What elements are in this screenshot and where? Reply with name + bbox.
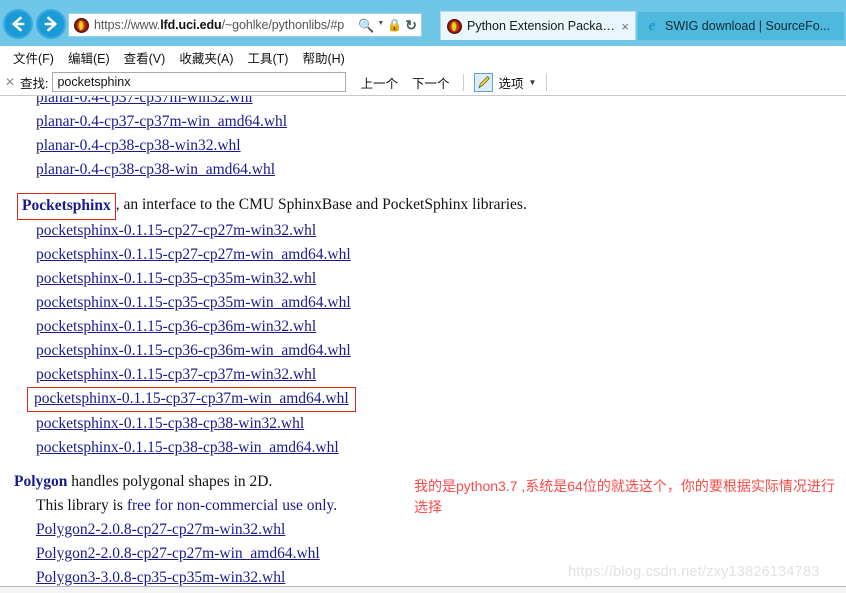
link-planar-0[interactable]: planar-0.4-cp37-cp37m-win32.whl — [36, 96, 253, 110]
tab-swig-download[interactable]: e SWIG download | SourceFo... — [637, 11, 845, 40]
url-domain: lfd.uci.edu — [160, 18, 222, 32]
back-button[interactable] — [3, 9, 33, 39]
url-suffix: /~gohlke/pythonlibs/#p — [221, 18, 345, 32]
package-name: Pocketsphinx — [22, 197, 111, 214]
menu-bar: 文件(F) 编辑(E) 查看(V) 收藏夹(A) 工具(T) 帮助(H) — [0, 46, 846, 69]
chevron-down-icon[interactable]: ▼ — [377, 20, 384, 27]
highlighter-pen-icon — [477, 75, 490, 88]
package-description: , an interface to the CMU SphinxBase and… — [115, 196, 527, 213]
menu-file[interactable]: 文件(F) — [6, 47, 61, 68]
find-previous-button[interactable]: 上一个 — [360, 73, 398, 92]
tab-label: Python Extension Packag... — [467, 19, 618, 33]
link-pocketsphinx-2[interactable]: pocketsphinx-0.1.15-cp35-cp35m-win32.whl — [36, 267, 316, 291]
recommended-download-highlight: pocketsphinx-0.1.15-cp37-cp37m-win_amd64… — [27, 387, 356, 412]
blog-watermark: https://blog.csdn.net/zxy13826134783 — [568, 564, 820, 580]
link-planar-1[interactable]: planar-0.4-cp37-cp37m-win_amd64.whl — [36, 110, 287, 134]
license-prefix: This library is — [36, 497, 127, 514]
find-bar: ✕ 查找: 上一个 下一个 选项 ▼ — [0, 69, 846, 96]
lock-icon[interactable]: 🔒 — [387, 19, 402, 31]
package-name: Polygon — [14, 473, 68, 490]
status-bar — [0, 586, 846, 593]
link-pocketsphinx-3[interactable]: pocketsphinx-0.1.15-cp35-cp35m-win_amd64… — [36, 291, 351, 315]
highlight-all-button[interactable] — [473, 72, 493, 92]
pocketsphinx-name-highlight: Pocketsphinx — [17, 193, 116, 220]
tab-python-extension-packages[interactable]: Python Extension Packag... × — [440, 11, 636, 40]
link-planar-2[interactable]: planar-0.4-cp38-cp38-win32.whl — [36, 134, 241, 158]
package-description: handles polygonal shapes in 2D. — [67, 473, 273, 490]
link-pocketsphinx-8[interactable]: pocketsphinx-0.1.15-cp38-cp38-win_amd64.… — [36, 436, 339, 460]
address-bar[interactable]: https://www.lfd.uci.edu/~gohlke/pythonli… — [68, 13, 422, 37]
menu-help[interactable]: 帮助(H) — [295, 47, 351, 68]
close-find-bar-icon[interactable]: ✕ — [0, 75, 20, 89]
link-pocketsphinx-cp37-win-amd64[interactable]: pocketsphinx-0.1.15-cp37-cp37m-win_amd64… — [34, 389, 349, 409]
pocketsphinx-heading: Pocketsphinx, an interface to the CMU Sp… — [14, 192, 846, 220]
link-pocketsphinx-0[interactable]: pocketsphinx-0.1.15-cp27-cp27m-win32.whl — [36, 219, 316, 243]
toolbar-divider — [462, 73, 464, 91]
link-planar-3[interactable]: planar-0.4-cp38-cp38-win_amd64.whl — [36, 158, 275, 182]
find-input[interactable] — [52, 72, 347, 92]
site-favicon-icon — [74, 17, 89, 33]
find-label: 查找: — [20, 76, 49, 91]
link-polygon-0[interactable]: Polygon2-2.0.8-cp27-cp27m-win32.whl — [36, 518, 285, 542]
refresh-icon[interactable]: ↻ — [405, 18, 417, 32]
tab-label: SWIG download | SourceFo... — [665, 19, 831, 33]
link-polygon-1[interactable]: Polygon2-2.0.8-cp27-cp27m-win_amd64.whl — [36, 542, 320, 566]
menu-view[interactable]: 查看(V) — [117, 47, 173, 68]
user-annotation-text: 我的是python3.7 ,系统是64位的就选这个，你的要根据实际情况进行选择 — [414, 478, 835, 515]
forward-button[interactable] — [36, 9, 66, 39]
page-content: planar-0.4-cp37-cp37m-win32.whl planar-0… — [0, 96, 846, 591]
link-pocketsphinx-1[interactable]: pocketsphinx-0.1.15-cp27-cp27m-win_amd64… — [36, 243, 351, 267]
license-text: free for non-commercial use only. — [126, 497, 338, 514]
menu-favorites[interactable]: 收藏夹(A) — [172, 47, 240, 68]
toolbar-divider — [546, 73, 548, 91]
menu-edit[interactable]: 编辑(E) — [61, 47, 117, 68]
find-next-button[interactable]: 下一个 — [412, 73, 450, 92]
link-pocketsphinx-7[interactable]: pocketsphinx-0.1.15-cp38-cp38-win32.whl — [36, 412, 304, 436]
link-pocketsphinx-4[interactable]: pocketsphinx-0.1.15-cp36-cp36m-win32.whl — [36, 315, 316, 339]
browser-window: https://www.lfd.uci.edu/~gohlke/pythonli… — [0, 0, 846, 593]
address-bar-icons: 🔍 ▼ 🔒 ↻ — [358, 18, 421, 32]
back-arrow-icon — [12, 16, 25, 32]
forward-arrow-icon — [44, 16, 57, 32]
close-icon[interactable]: × — [621, 19, 629, 34]
internet-explorer-icon: e — [648, 18, 656, 34]
tab-favicon-icon — [447, 18, 462, 34]
browser-toolbar: https://www.lfd.uci.edu/~gohlke/pythonli… — [0, 0, 846, 46]
find-options-button[interactable]: 选项 — [499, 73, 524, 92]
link-pocketsphinx-6[interactable]: pocketsphinx-0.1.15-cp37-cp37m-win32.whl — [36, 363, 316, 387]
url-prefix: https://www. — [94, 18, 161, 32]
address-bar-url: https://www.lfd.uci.edu/~gohlke/pythonli… — [94, 18, 358, 32]
link-pocketsphinx-5[interactable]: pocketsphinx-0.1.15-cp36-cp36m-win_amd64… — [36, 339, 351, 363]
menu-tools[interactable]: 工具(T) — [240, 47, 295, 68]
search-icon[interactable]: 🔍 — [358, 19, 374, 32]
chevron-down-icon[interactable]: ▼ — [529, 78, 537, 87]
